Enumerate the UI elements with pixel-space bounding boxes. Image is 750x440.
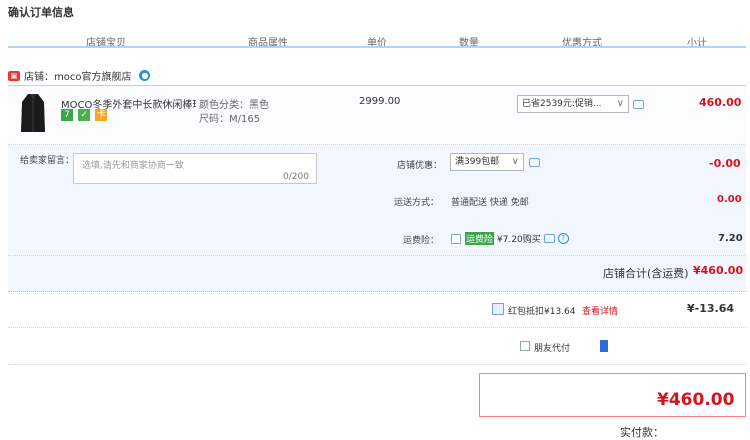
help-icon[interactable]: ? [557, 233, 569, 244]
insurance-price: ¥7.20购买 [497, 235, 541, 245]
page-title: 确认订单信息 [8, 6, 74, 19]
insurance-value: 7.20 [718, 233, 743, 244]
item-row [8, 85, 746, 145]
shipping-fee: 0.00 [717, 194, 742, 205]
insurance-label: 运费险： [403, 236, 440, 246]
insurance-checkbox[interactable] [451, 234, 461, 244]
item-subtotal: 460.00 [699, 96, 742, 109]
item-discount-select-value: 已省2539元:促销... [522, 99, 602, 109]
guarantee-icon: ✓ [78, 109, 91, 121]
unit-price: 2999.00 [359, 96, 401, 107]
redpacket-divider [8, 327, 746, 328]
shop-row: ▣ 店铺：moco官方旗舰店 ● [8, 68, 151, 83]
attr-size: 尺码：M/165 [199, 114, 261, 125]
friend-pay-divider [8, 364, 746, 365]
shop-discount-select[interactable]: 满399包邮 ∨ [450, 153, 524, 171]
friend-pay-checkbox[interactable] [520, 341, 530, 351]
shop-discount-label: 店铺优惠： [397, 161, 443, 171]
insurance-tag: 运费险 [465, 232, 495, 245]
item-discount-select[interactable]: 已省2539元:促销... ∨ [517, 95, 629, 113]
seven-day-return-icon: 7 [61, 109, 73, 121]
chevron-down-icon: ∨ [616, 98, 624, 109]
service-badges: 7 ✓ 卡 [61, 109, 109, 121]
shop-icon: ▣ [8, 70, 20, 81]
friend-pay-label: 朋友代付 [534, 344, 571, 354]
redpacket-label: 红包抵扣¥13.64 [508, 307, 576, 317]
summary-divider [8, 255, 746, 256]
shop-discount-value: -0.00 [709, 157, 741, 170]
chat-seller-icon[interactable]: ● [139, 70, 151, 81]
message-label: 给卖家留言： [20, 156, 75, 166]
shop-total-label: 店铺合计(含运费) [603, 267, 689, 280]
product-thumbnail[interactable] [18, 92, 48, 134]
message-placeholder: 选填,请先和商家协商一致 [82, 161, 184, 171]
attr-color: 颜色分类：黑色 [199, 100, 269, 111]
redpacket-checkbox[interactable] [492, 303, 504, 315]
shipping-method: 普通配送 快递 免邮 [451, 198, 529, 208]
shop-total-value: ¥460.00 [693, 264, 744, 277]
credit-card-icon: 卡 [95, 109, 108, 121]
redpacket-details-link[interactable]: 查看详情 [582, 304, 618, 317]
total-value: ¥460.00 [657, 390, 735, 410]
message-char-count: 0/200 [283, 172, 309, 182]
chevron-down-icon: ∨ [511, 156, 519, 167]
shipping-label: 运送方式： [394, 198, 440, 208]
insurance-option: 运费险 ¥7.20购买 ? [465, 232, 569, 245]
message-icon[interactable] [633, 100, 644, 109]
option-marker [600, 340, 608, 352]
redpacket-value: ¥-13.64 [687, 302, 735, 315]
message-icon[interactable] [543, 234, 555, 243]
shop-discount-select-value: 满399包邮 [455, 157, 500, 167]
total-label: 实付款： [620, 426, 664, 439]
shop-name[interactable]: 店铺：moco官方旗舰店 [24, 68, 131, 83]
header-divider [8, 46, 746, 48]
message-icon[interactable] [529, 158, 540, 167]
